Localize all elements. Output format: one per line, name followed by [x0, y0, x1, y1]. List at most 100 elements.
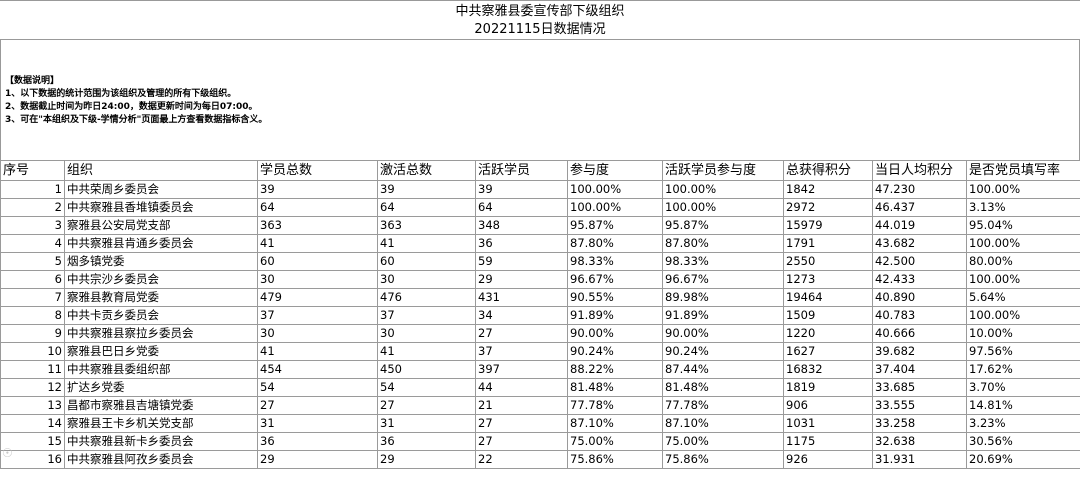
cell-total-members[interactable]: 60 [257, 252, 378, 271]
cell-active-participation[interactable]: 81.48% [662, 378, 784, 397]
cell-organization[interactable]: 烟多镇党委 [64, 252, 258, 271]
cell-participation[interactable]: 95.87% [567, 216, 663, 235]
cell-active-participation[interactable]: 87.10% [662, 414, 784, 433]
cell-active-members[interactable]: 44 [475, 378, 568, 397]
cell-participation[interactable]: 100.00% [567, 180, 663, 199]
cell-organization[interactable]: 中共卡贡乡委员会 [64, 306, 258, 325]
cell-activated[interactable]: 36 [377, 432, 476, 451]
cell-total-points[interactable]: 1175 [783, 432, 873, 451]
cell-total-members[interactable]: 479 [257, 288, 378, 307]
cell-activated[interactable]: 363 [377, 216, 476, 235]
cell-participation[interactable]: 91.89% [567, 306, 663, 325]
cell-active-members[interactable]: 348 [475, 216, 568, 235]
cell-total-points[interactable]: 2550 [783, 252, 873, 271]
cell-active-members[interactable]: 59 [475, 252, 568, 271]
cell-organization[interactable]: 中共察雅县委组织部 [64, 360, 258, 379]
cell-index[interactable]: 9 [0, 324, 65, 343]
cell-daily-avg-points[interactable]: 37.404 [872, 360, 967, 379]
cell-active-participation[interactable]: 100.00% [662, 180, 784, 199]
cell-member-fill-rate[interactable]: 14.81% [966, 396, 1080, 415]
cell-index[interactable]: 15 [0, 432, 65, 451]
cell-index[interactable]: 3 [0, 216, 65, 235]
cell-total-points[interactable]: 15979 [783, 216, 873, 235]
cell-participation[interactable]: 75.00% [567, 432, 663, 451]
cell-active-members[interactable]: 37 [475, 342, 568, 361]
cell-organization[interactable]: 中共察雅县肯通乡委员会 [64, 234, 258, 253]
cell-index[interactable]: 13 [0, 396, 65, 415]
header-daily-avg-points[interactable]: 当日人均积分 [872, 160, 967, 181]
cell-total-points[interactable]: 16832 [783, 360, 873, 379]
cell-participation[interactable]: 90.00% [567, 324, 663, 343]
cell-total-members[interactable]: 30 [257, 270, 378, 289]
cell-member-fill-rate[interactable]: 3.70% [966, 378, 1080, 397]
cell-activated[interactable]: 29 [377, 450, 476, 469]
cell-member-fill-rate[interactable]: 20.69% [966, 450, 1080, 469]
cell-index[interactable]: 8 [0, 306, 65, 325]
cell-active-members[interactable]: 36 [475, 234, 568, 253]
cell-participation[interactable]: 88.22% [567, 360, 663, 379]
cell-daily-avg-points[interactable]: 39.682 [872, 342, 967, 361]
cell-daily-avg-points[interactable]: 33.555 [872, 396, 967, 415]
cell-total-members[interactable]: 64 [257, 198, 378, 217]
cell-activated[interactable]: 39 [377, 180, 476, 199]
cell-activated[interactable]: 64 [377, 198, 476, 217]
cell-participation[interactable]: 75.86% [567, 450, 663, 469]
cell-activated[interactable]: 450 [377, 360, 476, 379]
cell-active-participation[interactable]: 90.00% [662, 324, 784, 343]
cell-daily-avg-points[interactable]: 33.258 [872, 414, 967, 433]
cell-member-fill-rate[interactable]: 17.62% [966, 360, 1080, 379]
cell-member-fill-rate[interactable]: 100.00% [966, 234, 1080, 253]
cell-index[interactable]: 2 [0, 198, 65, 217]
cell-organization[interactable]: 中共察雅县新卡乡委员会 [64, 432, 258, 451]
cell-participation[interactable]: 98.33% [567, 252, 663, 271]
cell-total-points[interactable]: 1031 [783, 414, 873, 433]
cell-member-fill-rate[interactable]: 100.00% [966, 306, 1080, 325]
cell-active-participation[interactable]: 87.44% [662, 360, 784, 379]
cell-total-points[interactable]: 1220 [783, 324, 873, 343]
cell-participation[interactable]: 87.10% [567, 414, 663, 433]
cell-total-points[interactable]: 926 [783, 450, 873, 469]
cell-organization[interactable]: 察雅县教育局党委 [64, 288, 258, 307]
cell-index[interactable]: 16 [0, 450, 65, 469]
cell-organization[interactable]: 昌都市察雅县吉塘镇党委 [64, 396, 258, 415]
cell-active-members[interactable]: 39 [475, 180, 568, 199]
cell-activated[interactable]: 27 [377, 396, 476, 415]
cell-active-members[interactable]: 64 [475, 198, 568, 217]
cell-total-points[interactable]: 1509 [783, 306, 873, 325]
cell-organization[interactable]: 中共荣周乡委员会 [64, 180, 258, 199]
cell-participation[interactable]: 96.67% [567, 270, 663, 289]
cell-total-points[interactable]: 19464 [783, 288, 873, 307]
cell-participation[interactable]: 81.48% [567, 378, 663, 397]
cell-daily-avg-points[interactable]: 32.638 [872, 432, 967, 451]
cell-active-participation[interactable]: 98.33% [662, 252, 784, 271]
cell-participation[interactable]: 90.24% [567, 342, 663, 361]
cell-daily-avg-points[interactable]: 42.500 [872, 252, 967, 271]
cell-member-fill-rate[interactable]: 30.56% [966, 432, 1080, 451]
cell-total-members[interactable]: 31 [257, 414, 378, 433]
cell-activated[interactable]: 30 [377, 270, 476, 289]
cell-total-members[interactable]: 30 [257, 324, 378, 343]
cell-active-members[interactable]: 34 [475, 306, 568, 325]
cell-active-members[interactable]: 27 [475, 432, 568, 451]
cell-total-members[interactable]: 54 [257, 378, 378, 397]
cell-total-points[interactable]: 1791 [783, 234, 873, 253]
cell-active-participation[interactable]: 95.87% [662, 216, 784, 235]
cell-active-members[interactable]: 22 [475, 450, 568, 469]
cell-daily-avg-points[interactable]: 40.783 [872, 306, 967, 325]
cell-daily-avg-points[interactable]: 46.437 [872, 198, 967, 217]
cell-participation[interactable]: 90.55% [567, 288, 663, 307]
cell-organization[interactable]: 中共察雅县香堆镇委员会 [64, 198, 258, 217]
cell-member-fill-rate[interactable]: 3.13% [966, 198, 1080, 217]
cell-participation[interactable]: 100.00% [567, 198, 663, 217]
cell-organization[interactable]: 中共宗沙乡委员会 [64, 270, 258, 289]
cell-activated[interactable]: 54 [377, 378, 476, 397]
cell-total-points[interactable]: 906 [783, 396, 873, 415]
cell-total-members[interactable]: 36 [257, 432, 378, 451]
cell-total-members[interactable]: 29 [257, 450, 378, 469]
cell-total-points[interactable]: 1627 [783, 342, 873, 361]
cell-activated[interactable]: 37 [377, 306, 476, 325]
cell-active-participation[interactable]: 89.98% [662, 288, 784, 307]
cell-active-participation[interactable]: 91.89% [662, 306, 784, 325]
cell-total-members[interactable]: 27 [257, 396, 378, 415]
cell-active-members[interactable]: 27 [475, 324, 568, 343]
